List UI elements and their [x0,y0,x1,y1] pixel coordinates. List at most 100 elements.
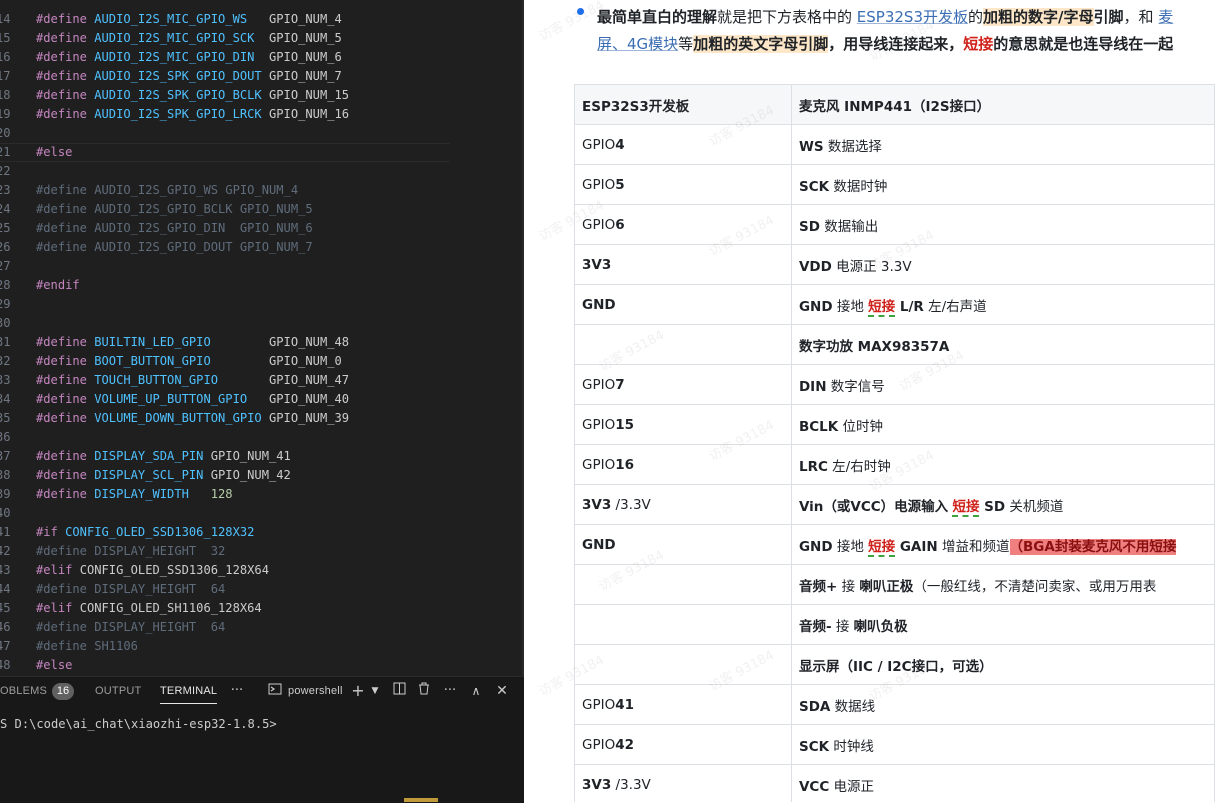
esp32s3-link[interactable]: ESP32S3开发板 [857,8,968,26]
highlight-text: 加粗的数字/字母 [983,8,1094,26]
function-name: 喇叭正极 [859,578,914,595]
short-text: 短接 [963,35,994,53]
code-text: #define AUDIO_I2S_MIC_GPIO_WS GPIO_NUM_4 [36,10,342,29]
code-token: TOUCH_BUTTON_GPIO [94,373,262,387]
code-token: AUDIO_I2S_MIC_GPIO_DIN [94,50,262,64]
function-desc: 接地 [832,538,869,555]
code-token: 64 [203,620,226,634]
code-text: #elif CONFIG_OLED_SH1106_128X64 [36,599,262,618]
function-desc: 数据线 [830,698,876,715]
code-token: GPIO_NUM_16 [261,107,350,121]
function-cell: GND 接地 短接 L/R 左/右声道 [790,284,1215,325]
line-number: 44 [0,582,11,596]
code-token: #define [36,12,87,26]
function-desc: 数据时钟 [829,178,888,195]
code-text: #if CONFIG_OLED_SSD1306_128X32 [36,523,254,542]
pin-cell [574,604,792,645]
line-number: 40 [0,506,11,520]
code-text: #define DISPLAY_WIDTH 128 [36,485,233,504]
line-number: 19 [0,107,11,121]
pin-cell: GPIO6 [574,204,792,245]
code-token: GPIO_NUM_41 [203,449,291,463]
short-label: 短接 [952,498,980,517]
code-text: #define VOLUME_UP_BUTTON_GPIO GPIO_NUM_4… [36,390,349,409]
split-terminal-icon[interactable] [390,682,408,700]
column-header: ESP32S3开发板 [574,84,792,125]
tab-problems[interactable]: OBLEMS [0,685,47,697]
table-row: 数字功放 MAX98357A [574,324,1215,365]
mic-link[interactable]: 麦 [1158,8,1173,26]
code-token: #elif [36,563,73,577]
table-row: GPIO7 DIN 数字信号 [574,364,1215,405]
code-token: #else [36,145,73,159]
code-token: #define [36,392,87,406]
pin-prefix: GPIO [582,376,616,393]
code-token: AUDIO_I2S_SPK_GPIO_DOUT [94,69,262,83]
function-desc: 关机频道 [1005,498,1064,515]
code-token: #define [36,373,87,387]
pin-cell: GPIO7 [574,364,792,405]
table-row: GPIO15 BCLK 位时钟 [574,404,1215,445]
table-row: 3V3 /3.3V VCC 电源正 [574,764,1215,802]
code-token: CONFIG_OLED_SSD1306_128X32 [65,525,255,539]
code-token: AUDIO_I2S_GPIO_BCLK [94,202,233,216]
line-number: 27 [0,259,11,273]
function-desc: 电源正 3.3V [831,258,912,275]
function-cell: SCK 数据时钟 [790,164,1215,205]
code-token: #define [36,240,87,254]
function-desc: 左/右声道 [923,298,987,315]
problems-count-badge: 16 [52,683,74,700]
code-token: VOLUME_DOWN_BUTTON_GPIO [94,411,262,425]
code-token: DISPLAY_HEIGHT [94,620,204,634]
pin-cell: GPIO15 [574,404,792,445]
modules-link[interactable]: 屏、4G模块 [597,35,678,53]
bullet-icon [577,8,584,15]
pin-number: GND [582,296,616,313]
terminal-prompt[interactable]: S D:\code\ai_chat\xiaozhi-esp32-1.8.5> [0,717,277,731]
code-editor[interactable]: 14 #define AUDIO_I2S_MIC_GPIO_WS GPIO_NUM… [0,0,524,676]
function-desc: 接地 [832,298,869,315]
shell-name[interactable]: powershell [288,685,343,697]
table-row: GND GND 接地 短接 GAIN 增益和频道（BGA封装麦克风不用短接 [574,524,1215,565]
function-desc: 时钟线 [829,738,874,755]
function-cell: 显示屏（IIC / I2C接口，可选） [790,644,1215,685]
code-text: #define VOLUME_DOWN_BUTTON_GPIO GPIO_NUM… [36,409,349,428]
more-icon[interactable]: ··· [228,682,246,700]
line-number: 24 [0,202,11,216]
line-number: 16 [0,50,11,64]
new-terminal-icon[interactable]: + [349,682,367,700]
function-name: SCK [798,738,830,755]
line-number: 45 [0,601,11,615]
line-number: 15 [0,31,11,45]
code-text: #define AUDIO_I2S_GPIO_WS GPIO_NUM_4 [36,181,298,200]
function-cell: SCK 时钟线 [790,724,1215,765]
code-text: #elif CONFIG_OLED_SSD1306_128X64 [36,561,269,580]
function-cell: BCLK 位时钟 [790,404,1215,445]
tab-output[interactable]: OUTPUT [95,685,141,697]
code-token: GPIO_NUM_6 [261,50,342,64]
trash-icon[interactable] [415,682,433,700]
function-name: VDD [798,258,832,275]
pin-suffix: /3.3V [611,776,651,793]
code-token: GPIO_NUM_48 [261,335,350,349]
table-row: GND GND 接地 短接 L/R 左/右声道 [574,284,1215,325]
function-name: SD [798,218,820,235]
maximize-panel-icon[interactable]: ∧ [467,682,485,700]
watermark-text: 访客 93184 [536,0,607,45]
code-text: #define AUDIO_I2S_SPK_GPIO_DOUT GPIO_NUM… [36,67,342,86]
code-token: GPIO_NUM_39 [261,411,350,425]
line-number: 34 [0,392,11,406]
code-token: GPIO_NUM_5 [261,31,342,45]
code-token: #elif [36,601,73,615]
pin-cell: GPIO4 [574,124,792,165]
more-actions-icon[interactable]: ··· [441,682,459,700]
chevron-down-icon[interactable]: ▼ [366,682,384,700]
close-icon[interactable]: ✕ [493,682,511,700]
code-text: #define AUDIO_I2S_SPK_GPIO_BCLK GPIO_NUM… [36,86,349,105]
line-number: 17 [0,69,11,83]
tab-terminal[interactable]: TERMINAL [160,685,218,704]
code-text: #define AUDIO_I2S_SPK_GPIO_LRCK GPIO_NUM… [36,105,349,124]
line-number: 18 [0,88,11,102]
table-row: GPIO6 SD 数据输出 [574,204,1215,245]
pin-prefix: GPIO [582,736,616,753]
